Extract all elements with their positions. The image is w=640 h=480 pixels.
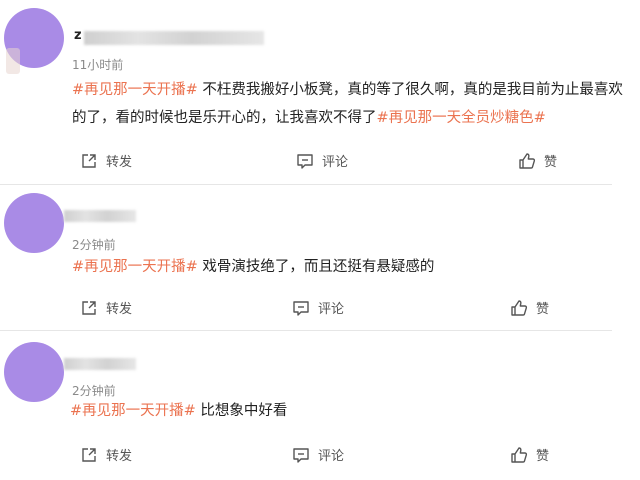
hashtag-link[interactable]: #再见那一天开播# (70, 403, 196, 419)
hashtag-link[interactable]: #再见那一天开播# (72, 259, 198, 275)
username-blurred[interactable] (84, 31, 264, 45)
comment-label: 评论 (318, 449, 345, 464)
repost-label: 转发 (106, 302, 133, 317)
post-actions: 转发 评论 赞 (0, 445, 640, 467)
avatar[interactable] (4, 342, 64, 402)
share-out-icon (82, 300, 96, 315)
post-time: 2分钟前 (72, 238, 116, 252)
post-actions: 转发 评论 赞 (0, 151, 640, 173)
post-actions: 转发 评论 赞 (0, 298, 640, 320)
like-button[interactable]: 赞 (510, 298, 549, 317)
avatar[interactable] (4, 193, 64, 253)
username-blurred[interactable] (64, 358, 136, 370)
post-body: 戏骨演技绝了，而且还挺有悬疑感的 (197, 259, 435, 275)
repost-label: 转发 (106, 155, 133, 170)
comment-icon (293, 447, 309, 463)
like-button[interactable]: 赞 (518, 151, 557, 170)
comment-label: 评论 (322, 155, 349, 170)
like-label: 赞 (536, 449, 550, 464)
post-text: #再见那一天开播# 戏骨演技绝了，而且还挺有悬疑感的 (72, 253, 627, 281)
thumbs-up-icon (519, 152, 536, 169)
repost-button[interactable]: 转发 (80, 445, 132, 464)
like-button[interactable]: 赞 (510, 445, 549, 464)
comment-button[interactable]: 评论 (296, 151, 348, 170)
repost-button[interactable]: 转发 (80, 151, 132, 170)
username-initial[interactable]: z (74, 28, 82, 43)
hashtag-link[interactable]: #再见那一天开播# (72, 82, 198, 98)
like-label: 赞 (536, 302, 550, 317)
like-label: 赞 (544, 155, 558, 170)
share-out-icon (82, 447, 96, 462)
comment-button[interactable]: 评论 (292, 445, 344, 464)
comment-label: 评论 (318, 302, 345, 317)
thumbs-up-icon (511, 299, 528, 316)
post-text: #再见那一天开播# 不枉费我搬好小板凳，真的等了很久啊，真的是我目前为止最喜欢的… (72, 76, 627, 132)
post-text: #再见那一天开播# 比想象中好看 (70, 397, 625, 425)
post-time: 11小时前 (72, 58, 124, 72)
repost-label: 转发 (106, 449, 133, 464)
hashtag-link[interactable]: #再见那一天全员炒糖色# (377, 110, 546, 126)
comment-icon (297, 153, 313, 169)
comment-button[interactable]: 评论 (292, 298, 344, 317)
divider (0, 330, 612, 331)
username-blurred[interactable] (64, 210, 136, 222)
avatar[interactable] (4, 8, 64, 74)
comment-icon (293, 300, 309, 316)
repost-button[interactable]: 转发 (80, 298, 132, 317)
thumbs-up-icon (511, 446, 528, 463)
post-body: 比想象中好看 (195, 403, 288, 419)
share-out-icon (82, 153, 96, 168)
divider (0, 184, 612, 185)
